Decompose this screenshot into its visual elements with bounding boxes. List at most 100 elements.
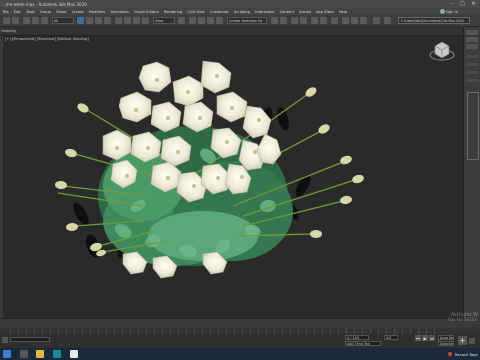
menu-arnold[interactable]: Arnold <box>297 10 314 14</box>
maxscript-listener-icon[interactable] <box>2 337 8 343</box>
rotate-icon[interactable] <box>124 17 131 24</box>
key-filters-field[interactable]: Selected <box>438 341 454 346</box>
app-window: ...me-white.max - Autodesk 3ds Max 2020 … <box>0 0 480 360</box>
menu-create[interactable]: Create <box>69 10 86 14</box>
rendered-frame-icon[interactable] <box>351 17 358 24</box>
menu-civil-view[interactable]: Civil View <box>185 10 208 14</box>
menu-scripting[interactable]: Scripting <box>231 10 252 14</box>
unlink-icon[interactable] <box>32 17 39 24</box>
align-icon[interactable] <box>280 17 287 24</box>
curve-editor-icon[interactable] <box>311 17 318 24</box>
menu-tools[interactable]: Tools <box>23 10 37 14</box>
material-editor-icon[interactable] <box>331 17 338 24</box>
viewcube[interactable] <box>428 38 456 62</box>
selection-filter-dropdown[interactable]: All <box>52 17 74 24</box>
menu-file[interactable]: File <box>0 10 11 14</box>
system-tray: Record Tagh <box>447 349 478 359</box>
placement-icon[interactable] <box>142 17 149 24</box>
select-by-name-icon[interactable] <box>86 17 93 24</box>
menu-modifiers[interactable]: Modifiers <box>86 10 108 14</box>
mirror-icon[interactable] <box>271 17 278 24</box>
scale-icon[interactable] <box>133 17 140 24</box>
sign-in-label: Sign In <box>445 9 458 14</box>
menu-graph-editors[interactable]: Graph Editors <box>131 10 161 14</box>
watermark-line2: Go to Settin <box>448 317 478 323</box>
activation-watermark: Activate W Go to Settin <box>448 313 478 323</box>
schematic-view-icon[interactable] <box>320 17 327 24</box>
file-explorer-icon[interactable] <box>36 350 44 358</box>
panel-row <box>467 79 479 82</box>
modifier-list-dropdown[interactable] <box>467 63 479 66</box>
named-selection-set-dropdown[interactable]: Create Selection Se <box>227 17 267 24</box>
spinner-snap-icon[interactable] <box>216 17 223 24</box>
frame-counter-field[interactable]: 0 / 100 <box>345 335 369 340</box>
tray-record-label[interactable]: Record Tagh <box>455 352 478 357</box>
render-icon[interactable] <box>360 17 367 24</box>
rectangular-selection-icon[interactable] <box>95 17 102 24</box>
ribbon-strip: Modeling <box>0 27 465 36</box>
coordinate-field[interactable]: 0/0 <box>384 335 398 340</box>
main-toolbar: All View Create Selection Se C:\Users\Wi… <box>0 15 480 27</box>
set-key-button[interactable]: + <box>458 336 467 345</box>
status-bar: 0 / 100 Add Time Tag 0/0 ⏮ ▶ ⏭ Auto Key … <box>0 334 480 348</box>
auto-key-button[interactable]: Auto Key <box>438 335 454 340</box>
menu-interactive[interactable]: Interactive <box>253 10 278 14</box>
menu-rendering[interactable]: Rendering <box>161 10 185 14</box>
sign-in[interactable]: Sign In <box>439 8 458 15</box>
undo-icon[interactable] <box>3 17 10 24</box>
window-crossing-icon[interactable] <box>104 17 111 24</box>
percent-snap-icon[interactable] <box>207 17 214 24</box>
ribbon-label[interactable]: Modeling <box>1 29 16 33</box>
angle-snap-icon[interactable] <box>198 17 205 24</box>
app-icon[interactable] <box>70 350 78 358</box>
pivot-center-icon[interactable] <box>178 17 185 24</box>
layer-explorer-icon[interactable] <box>300 17 307 24</box>
menu-app-store[interactable]: App Store <box>313 10 336 14</box>
user-avatar-icon <box>439 9 445 14</box>
snaps-toggle-icon[interactable] <box>189 17 196 24</box>
create-tab-icon[interactable] <box>466 30 478 35</box>
open-explorer-icon[interactable] <box>373 17 380 24</box>
viewport-scene <box>55 60 364 279</box>
menu-help[interactable]: Help <box>336 10 349 14</box>
add-time-tag-field[interactable]: Add Time Tag <box>345 341 381 346</box>
perspective-viewport[interactable]: [+] [Perspective] [Standard] [Default Sh… <box>3 36 462 318</box>
maxscript-field[interactable] <box>10 337 50 342</box>
window-title: ...me-white.max - Autodesk 3ds Max 2020 <box>2 1 87 7</box>
play-icon[interactable]: ▶ <box>422 335 428 341</box>
menu-animation[interactable]: Animation <box>108 10 132 14</box>
panel-row <box>467 71 479 74</box>
bind-spacewarp-icon[interactable] <box>41 17 48 24</box>
menu-content[interactable]: Content <box>277 10 296 14</box>
go-to-end-icon[interactable]: ⏭ <box>429 335 435 341</box>
orbit-icon[interactable] <box>469 338 475 344</box>
move-icon[interactable] <box>115 17 122 24</box>
render-setup-icon[interactable] <box>342 17 349 24</box>
reference-coordinate-dropdown[interactable]: View <box>153 17 175 24</box>
task-view-icon[interactable] <box>20 350 28 358</box>
menu-views[interactable]: Views <box>54 10 70 14</box>
window-controls: – □ ✕ <box>446 0 479 8</box>
folder-icon[interactable] <box>384 17 391 24</box>
link-icon[interactable] <box>23 17 30 24</box>
close-button[interactable]: ✕ <box>468 0 479 8</box>
go-to-start-icon[interactable]: ⏮ <box>415 335 421 341</box>
object-name-field[interactable] <box>467 55 479 58</box>
viewport-label[interactable]: [+] [Perspective] [Standard] [Default Sh… <box>5 37 89 41</box>
menu-group[interactable]: Group <box>37 10 53 14</box>
select-object-icon[interactable] <box>77 17 84 24</box>
title-bar: ...me-white.max - Autodesk 3ds Max 2020 … <box>0 0 480 8</box>
modifier-stack[interactable] <box>467 92 479 160</box>
menu-customize[interactable]: Customize <box>207 10 231 14</box>
project-path-field[interactable]: C:\Users\Win\Documents\3ds Max 2020 <box>398 17 470 24</box>
scene-explorer-icon[interactable] <box>291 17 298 24</box>
start-icon[interactable] <box>3 350 11 358</box>
3ds-max-icon[interactable] <box>53 350 61 358</box>
time-slider[interactable] <box>0 318 480 328</box>
minimize-button[interactable]: – <box>446 0 457 8</box>
modify-tab-icon[interactable] <box>466 37 478 42</box>
redo-icon[interactable] <box>12 17 19 24</box>
maximize-button[interactable]: □ <box>457 0 468 8</box>
menu-edit[interactable]: Edit <box>11 10 23 14</box>
hierarchy-tab-icon[interactable] <box>466 44 478 49</box>
